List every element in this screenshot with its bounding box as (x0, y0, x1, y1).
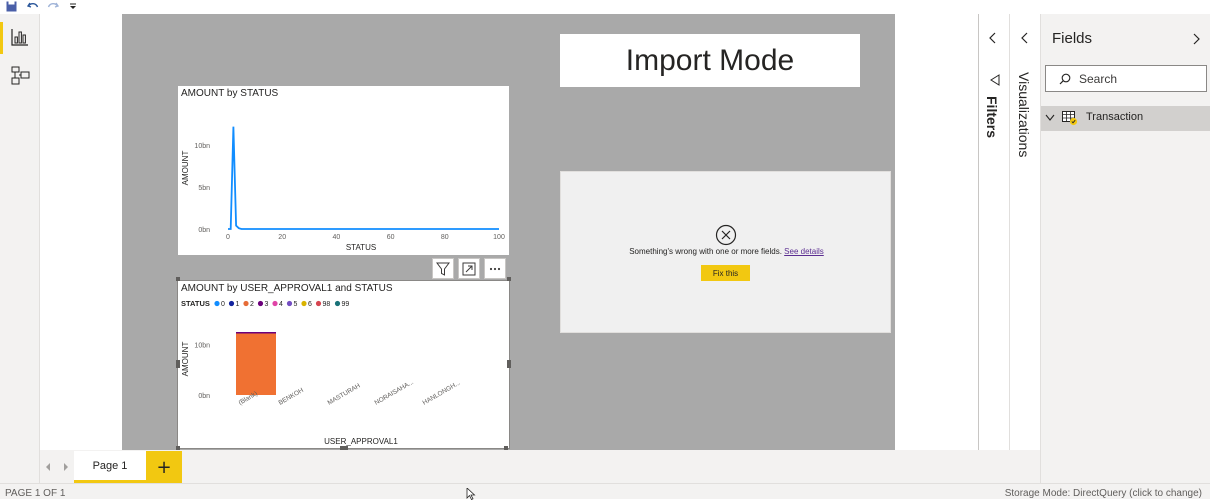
y-tick-label: 10bn (194, 143, 210, 150)
search-placeholder: Search (1079, 72, 1118, 86)
series-line (228, 126, 499, 230)
active-indicator (0, 22, 3, 54)
stacked-column-visual[interactable]: AMOUNT by USER_APPROVAL1 and STATUS STAT… (177, 280, 510, 449)
error-text: Something's wrong with one or more field… (629, 247, 782, 256)
storage-mode-button[interactable]: Storage Mode: DirectQuery (click to chan… (1005, 488, 1202, 499)
resize-handle[interactable] (507, 277, 511, 281)
filter-button[interactable] (432, 258, 454, 279)
table-icon (1062, 111, 1078, 126)
scroll-left-icon[interactable] (44, 462, 52, 472)
see-details-link[interactable]: See details (784, 247, 824, 256)
filter-icon (436, 262, 450, 276)
tab-bar-filler (978, 450, 1040, 483)
focus-mode-button[interactable] (458, 258, 480, 279)
more-options-icon (489, 267, 501, 270)
legend-marker (334, 300, 341, 307)
legend-marker (286, 300, 293, 307)
field-table-row[interactable]: Transaction (1041, 106, 1210, 131)
chevron-down-icon[interactable] (1045, 114, 1055, 122)
x-tick-label: 80 (441, 234, 449, 241)
fields-search-input[interactable]: Search (1045, 65, 1207, 92)
x-tick-label: 20 (278, 234, 286, 241)
model-view-button[interactable] (0, 60, 40, 92)
fields-title: Fields (1052, 30, 1093, 47)
error-circle-x-icon (715, 224, 737, 246)
legend-label: 3 (265, 301, 269, 308)
x-tick-label: 100 (493, 234, 505, 241)
x-axis-title: USER_APPROVAL1 (324, 437, 398, 446)
customize-dropdown-icon[interactable] (68, 0, 78, 12)
fix-this-button[interactable]: Fix this (701, 265, 750, 281)
legend-marker (315, 300, 322, 307)
quick-access-toolbar (0, 0, 1210, 14)
legend-label: 0 (221, 301, 225, 308)
more-options-button[interactable] (484, 258, 506, 279)
y-tick-label: 5bn (198, 185, 210, 192)
legend-label: 2 (250, 301, 254, 308)
resize-handle[interactable] (507, 360, 511, 368)
legend-label: 98 (323, 301, 331, 308)
filters-pane: Filters (978, 14, 1009, 483)
page-count: PAGE 1 OF 1 (5, 488, 66, 499)
undo-icon[interactable] (26, 0, 40, 12)
report-view-icon (11, 29, 28, 46)
legend-label: 4 (279, 301, 283, 308)
x-tick-label: MASTURAH (327, 382, 362, 406)
x-tick-label: NORAISAHA... (374, 379, 416, 407)
status-bar: PAGE 1 OF 1 Storage Mode: DirectQuery (c… (0, 483, 1210, 500)
legend-label: 6 (308, 301, 312, 308)
x-tick-label: HANLONGH... (422, 379, 462, 406)
error-visual[interactable]: Something's wrong with one or more field… (560, 171, 891, 333)
legend-marker (257, 300, 264, 307)
column-chart-svg: STATUS 0 1 2 3 4 5 6 98 990bn10bnAMOUNT(Blank) BEN… (181, 299, 462, 446)
legend-label: 1 (236, 301, 240, 308)
x-tick-label: 0 (226, 234, 230, 241)
legend-title: STATUS (181, 299, 210, 308)
visualizations-label[interactable]: Visualizations (1016, 72, 1032, 157)
column-bar (236, 332, 276, 395)
search-icon (1059, 73, 1071, 85)
legend-marker (301, 300, 307, 307)
add-page-button[interactable]: + (146, 451, 182, 483)
visual-header (432, 258, 510, 280)
mouse-cursor-icon (466, 488, 476, 500)
legend-marker (214, 300, 220, 307)
scroll-right-icon[interactable] (62, 462, 70, 472)
legend-marker (272, 300, 278, 307)
legend-marker (243, 300, 249, 307)
filters-label[interactable]: Filters (984, 96, 1000, 138)
y-axis-title: AMOUNT (181, 151, 190, 186)
column-segment (236, 332, 276, 334)
y-tick-label: 0bn (198, 393, 210, 400)
error-message: Something's wrong with one or more field… (561, 247, 892, 256)
report-view-button[interactable] (0, 22, 40, 54)
fields-pane: Fields Search Transaction (1040, 14, 1210, 483)
legend-label: 5 (294, 301, 298, 308)
line-chart-visual[interactable]: AMOUNT by STATUS 0bn 5bn 10bn 0 20 40 60 80 100 S… (178, 86, 509, 255)
x-tick-label: 60 (387, 234, 395, 241)
chevron-right-icon[interactable] (1191, 33, 1201, 45)
filter-pane-icon (990, 74, 1000, 86)
x-tick-label: 40 (333, 234, 341, 241)
visualizations-pane: Visualizations (1009, 14, 1040, 483)
y-axis-title: AMOUNT (181, 342, 190, 377)
focus-mode-icon (462, 262, 476, 275)
chevron-left-icon[interactable] (1020, 32, 1030, 44)
save-icon[interactable] (4, 0, 18, 12)
table-name: Transaction (1086, 111, 1144, 123)
legend-marker (228, 300, 235, 307)
x-axis-title: STATUS (346, 243, 376, 252)
tab-page-1[interactable]: Page 1 (74, 451, 146, 483)
line-chart-svg: 0bn 5bn 10bn 0 20 40 60 80 100 STATUS AMOUNT (181, 126, 505, 252)
model-view-icon (11, 66, 30, 85)
chevron-left-icon[interactable] (988, 32, 998, 44)
y-tick-label: 0bn (198, 227, 210, 234)
x-tick-label: BENKOH (278, 387, 306, 407)
y-tick-label: 10bn (194, 343, 210, 350)
title-textbox[interactable]: Import Mode (560, 34, 860, 87)
resize-handle[interactable] (176, 360, 180, 368)
resize-handle[interactable] (176, 277, 180, 281)
legend-label: 99 (342, 301, 350, 308)
redo-icon[interactable] (46, 0, 60, 12)
